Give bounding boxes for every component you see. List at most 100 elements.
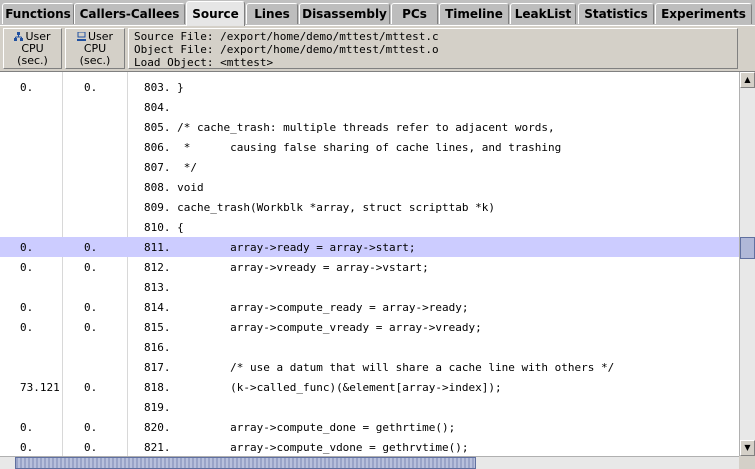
excl-cpu-cell: 0. bbox=[84, 81, 98, 94]
source-line-cell: 807. */ bbox=[144, 161, 197, 174]
vertical-scrollbar[interactable]: ▲ ▼ bbox=[739, 72, 755, 456]
source-line-cell: 808. void bbox=[144, 181, 204, 194]
table-row[interactable]: 813. bbox=[0, 277, 739, 297]
exclusive-metric-icon bbox=[76, 31, 86, 41]
line-number: 806. bbox=[144, 141, 171, 154]
source-line-cell: 811. array->ready = array->start; bbox=[144, 241, 416, 254]
excl-cpu-cell: 0. bbox=[84, 261, 98, 274]
line-number: 819. bbox=[144, 401, 171, 414]
line-number: 810. bbox=[144, 221, 171, 234]
source-code: array->compute_vready = array->vready; bbox=[170, 321, 482, 334]
source-line-cell: 819. bbox=[144, 401, 171, 414]
line-number: 803. bbox=[144, 81, 171, 94]
source-code: } bbox=[170, 81, 184, 94]
source-info-header: Source File: /export/home/demo/mttest/mt… bbox=[128, 28, 738, 69]
source-code: /* use a datum that will share a cache l… bbox=[170, 361, 615, 374]
excl-header-line3: (sec.) bbox=[79, 54, 111, 67]
source-line-cell: 813. bbox=[144, 281, 171, 294]
incl-cpu-cell: 0. bbox=[20, 81, 34, 94]
source-code: array->compute_ready = array->ready; bbox=[170, 301, 469, 314]
line-number: 808. bbox=[144, 181, 171, 194]
excl-cpu-cell: 0. bbox=[84, 381, 98, 394]
table-row[interactable]: 0. 0. 815. array->compute_vready = array->… bbox=[0, 317, 739, 337]
tab-callers-callees[interactable]: Callers-Callees bbox=[74, 3, 185, 24]
tab-leaklist[interactable]: LeakList bbox=[510, 3, 576, 24]
excl-cpu-cell: 0. bbox=[84, 301, 98, 314]
incl-header-line3: (sec.) bbox=[17, 54, 48, 67]
incl-cpu-cell: 0. bbox=[20, 421, 34, 434]
line-number: 816. bbox=[144, 341, 171, 354]
incl-user-cpu-header[interactable]: User CPU (sec.) bbox=[3, 28, 62, 69]
table-row[interactable]: 819. bbox=[0, 397, 739, 417]
inclusive-metric-icon bbox=[14, 32, 24, 41]
line-number: 805. bbox=[144, 121, 171, 134]
table-row[interactable]: 806. * causing false sharing of cache li… bbox=[0, 137, 739, 157]
source-line-cell: 817. /* use a datum that will share a ca… bbox=[144, 361, 614, 374]
table-row[interactable]: 805. /* cache_trash: multiple threads re… bbox=[0, 117, 739, 137]
table-row[interactable]: 0. 0. 811. array->ready = array->start; bbox=[0, 237, 739, 257]
excl-cpu-cell: 0. bbox=[84, 441, 98, 454]
table-row[interactable]: 817. /* use a datum that will share a ca… bbox=[0, 357, 739, 377]
incl-cpu-cell: 0. bbox=[20, 241, 34, 254]
table-row[interactable]: 816. bbox=[0, 337, 739, 357]
line-number: 809. bbox=[144, 201, 171, 214]
line-number: 820. bbox=[144, 421, 171, 434]
line-number: 814. bbox=[144, 301, 171, 314]
table-row[interactable]: 0. 0. 821. array->compute_vdone = gethrvti… bbox=[0, 437, 739, 456]
source-line-cell: 803. } bbox=[144, 81, 184, 94]
source-line-cell: 809. cache_trash(Workblk *array, struct … bbox=[144, 201, 495, 214]
tab-source[interactable]: Source bbox=[186, 1, 245, 26]
source-code: /* cache_trash: multiple threads refer t… bbox=[170, 121, 555, 134]
incl-cpu-cell: 0. bbox=[20, 301, 34, 314]
table-row[interactable]: 808. void bbox=[0, 177, 739, 197]
source-line-cell: 816. bbox=[144, 341, 171, 354]
tab-experiments[interactable]: Experiments bbox=[655, 3, 752, 24]
excl-cpu-cell: 0. bbox=[84, 321, 98, 334]
column-header: User CPU (sec.) User CPU (sec.) Source F… bbox=[0, 26, 755, 72]
tab-disassembly[interactable]: Disassembly bbox=[299, 3, 390, 24]
excl-user-cpu-header[interactable]: User CPU (sec.) bbox=[65, 28, 125, 69]
table-row[interactable]: 0. 0. 814. array->compute_ready = array->r… bbox=[0, 297, 739, 317]
source-line-cell: 810. { bbox=[144, 221, 184, 234]
table-row[interactable]: 804. bbox=[0, 97, 739, 117]
source-code: array->ready = array->start; bbox=[170, 241, 416, 254]
horizontal-scrollbar[interactable] bbox=[0, 456, 739, 469]
source-file-label: Source File: /export/home/demo/mttest/mt… bbox=[134, 30, 439, 43]
table-row[interactable]: 810. { bbox=[0, 217, 739, 237]
source-code: (k->called_func)(&element[array->index])… bbox=[170, 381, 502, 394]
excl-cpu-cell: 0. bbox=[84, 241, 98, 254]
table-row[interactable]: 73.121 0. 818. (k->called_func)(&element[a… bbox=[0, 377, 739, 397]
line-number: 815. bbox=[144, 321, 171, 334]
tab-lines[interactable]: Lines bbox=[246, 3, 298, 24]
scroll-up-button[interactable]: ▲ bbox=[740, 72, 755, 88]
line-number: 821. bbox=[144, 441, 171, 454]
tab-pcs[interactable]: PCs bbox=[391, 3, 438, 24]
incl-cpu-cell: 0. bbox=[20, 321, 34, 334]
tab-statistics[interactable]: Statistics bbox=[578, 3, 654, 24]
load-object-label: Load Object: <mttest> bbox=[134, 56, 274, 69]
source-line-cell: 814. array->compute_ready = array->ready… bbox=[144, 301, 469, 314]
scroll-down-button[interactable]: ▼ bbox=[740, 440, 755, 456]
source-line-cell: 806. * causing false sharing of cache li… bbox=[144, 141, 561, 154]
table-row[interactable]: 0. 0. 812. array->vready = array->vstart; bbox=[0, 257, 739, 277]
tab-functions[interactable]: Functions bbox=[2, 3, 74, 24]
source-code: { bbox=[170, 221, 184, 234]
line-number: 811. bbox=[144, 241, 171, 254]
source-table[interactable]: 0. 0. 803. } 804. 805. /* cache_trash: multi… bbox=[0, 72, 739, 456]
source-code: array->compute_vdone = gethrvtime(); bbox=[170, 441, 469, 454]
line-number: 804. bbox=[144, 101, 171, 114]
source-code: array->compute_done = gethrtime(); bbox=[170, 421, 456, 434]
source-line-cell: 812. array->vready = array->vstart; bbox=[144, 261, 429, 274]
excl-cpu-cell: 0. bbox=[84, 421, 98, 434]
table-row[interactable]: 0. 0. 803. } bbox=[0, 77, 739, 97]
line-number: 813. bbox=[144, 281, 171, 294]
table-row[interactable]: 0. 0. 820. array->compute_done = gethrtime… bbox=[0, 417, 739, 437]
horizontal-scroll-thumb[interactable] bbox=[15, 457, 476, 469]
table-row[interactable]: 809. cache_trash(Workblk *array, struct … bbox=[0, 197, 739, 217]
tab-bar: Functions Callers-Callees Source Lines Disas… bbox=[0, 0, 755, 26]
tab-timeline[interactable]: Timeline bbox=[439, 3, 509, 24]
table-row[interactable]: 807. */ bbox=[0, 157, 739, 177]
vertical-scroll-thumb[interactable] bbox=[740, 236, 755, 259]
line-number: 812. bbox=[144, 261, 171, 274]
object-file-label: Object File: /export/home/demo/mttest/mt… bbox=[134, 43, 439, 56]
